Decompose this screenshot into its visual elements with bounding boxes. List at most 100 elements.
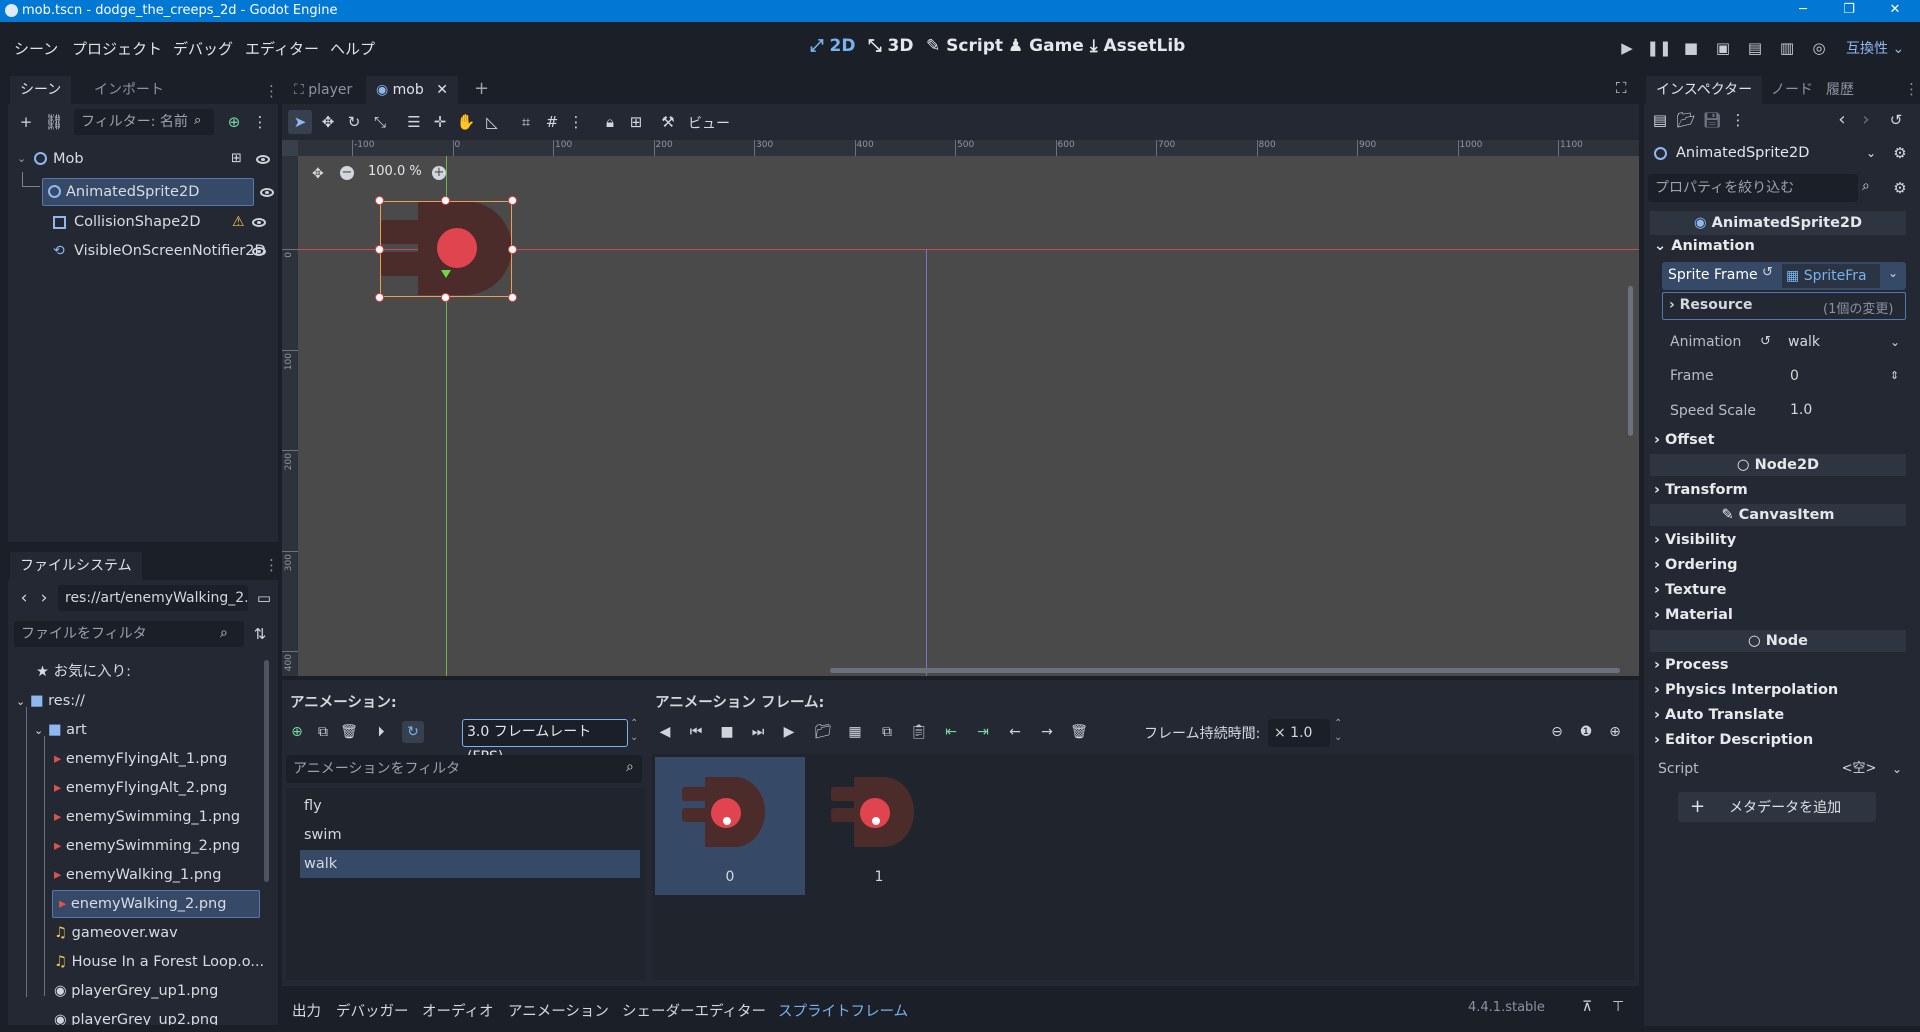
sprite-sheet-icon[interactable]: ▦ xyxy=(844,721,866,743)
section-ordering[interactable]: › Ordering xyxy=(1654,553,1738,578)
new-resource-icon[interactable]: ▤ xyxy=(1648,108,1672,132)
file-item-selected[interactable]: ▸ enemyWalking_2.png xyxy=(52,890,260,918)
scene-tab-player[interactable]: ⛶ player xyxy=(284,76,362,104)
tab-sprite-frames[interactable]: スプライトフレーム xyxy=(778,1000,908,1021)
visibility-eye-icon[interactable] xyxy=(256,155,270,164)
script-select[interactable]: <空> ⌄ xyxy=(1812,755,1906,783)
fps-field[interactable]: 3.0 フレームレート(FPS) xyxy=(462,719,628,765)
insert-after-icon[interactable]: ⇥ xyxy=(972,721,994,743)
center-view-icon[interactable]: ✥ xyxy=(312,166,324,182)
zoom-reset-icon[interactable]: ❶ xyxy=(1575,721,1597,743)
tab-inspector[interactable]: インスペクター xyxy=(1646,76,1763,104)
load-frames-icon[interactable]: 📁︎ xyxy=(812,721,834,743)
scrollbar[interactable] xyxy=(264,660,269,882)
lock-icon[interactable]: 🔒︎ xyxy=(598,110,622,134)
history-back-icon[interactable]: ‹ xyxy=(1830,108,1854,132)
file-item[interactable]: ▸ enemyWalking_1.png xyxy=(54,861,221,889)
move-left-icon[interactable]: ← xyxy=(1004,721,1026,743)
path-field[interactable]: res://art/enemyWalking_2. xyxy=(58,585,248,611)
insert-before-icon[interactable]: ⇤ xyxy=(940,721,962,743)
mode-2d[interactable]: ⤢ 2D xyxy=(810,36,855,56)
frame-duration-field[interactable]: × 1.0 xyxy=(1268,719,1330,747)
tab-node[interactable]: ノード xyxy=(1761,76,1823,104)
rotate-tool-icon[interactable]: ↻ xyxy=(342,110,366,134)
minimize-button[interactable]: ─ xyxy=(1790,2,1816,20)
sprite-frames-resource[interactable]: ▦ SpriteFra xyxy=(1782,264,1880,288)
file-item[interactable]: ▸ enemySwimming_1.png xyxy=(54,803,240,831)
zoom-level[interactable]: 100.0 % xyxy=(368,164,422,179)
play-custom-icon[interactable]: ▥ xyxy=(1774,35,1800,61)
visibility-eye-icon[interactable] xyxy=(252,247,266,256)
sort-icon[interactable]: ⇅ xyxy=(248,622,272,646)
resize-handle[interactable] xyxy=(375,196,384,205)
section-texture[interactable]: › Texture xyxy=(1654,578,1726,603)
animation-item-fly[interactable]: fly xyxy=(304,798,322,814)
paste-icon[interactable]: 📋︎ xyxy=(908,721,930,743)
link-icon[interactable]: ⛓ xyxy=(42,110,66,134)
section-offset[interactable]: › Offset xyxy=(1654,428,1715,453)
file-item[interactable]: ▸ enemyFlyingAlt_1.png xyxy=(54,745,227,773)
tab-history[interactable]: 履歴 xyxy=(1816,76,1864,104)
animation-select[interactable]: walk ⌄ xyxy=(1782,328,1906,356)
scale-tool-icon[interactable]: ⤡ xyxy=(368,110,392,134)
ruler-tool-icon[interactable]: ◺ xyxy=(480,110,504,134)
mode-game[interactable]: ♟ Game xyxy=(1008,36,1084,56)
view-menu[interactable]: ビュー xyxy=(688,113,730,133)
scene-menu-icon[interactable]: ⋮ xyxy=(248,110,272,134)
save-resource-icon[interactable]: 💾︎ xyxy=(1700,108,1724,132)
play-backward-start-icon[interactable]: ⏮ xyxy=(685,721,707,743)
tab-audio[interactable]: オーディオ xyxy=(422,1000,494,1021)
menu-help[interactable]: ヘルプ xyxy=(330,38,375,59)
stop-icon[interactable]: ■ xyxy=(716,721,738,743)
add-metadata-button[interactable]: + メタデータを追加 xyxy=(1678,792,1876,822)
file-item[interactable]: ◉ playerGrey_up1.png xyxy=(54,977,218,1005)
zoom-out-icon[interactable]: − xyxy=(340,166,354,180)
frame-field[interactable]: 0 ⇕ xyxy=(1782,362,1906,390)
file-item[interactable]: ◉ playerGrey_up2.png xyxy=(54,1006,218,1025)
tab-animation[interactable]: アニメーション xyxy=(508,1000,609,1021)
group-icon[interactable]: ⊞ xyxy=(624,110,648,134)
resize-handle[interactable] xyxy=(375,245,384,254)
section-physics-interpolation[interactable]: › Physics Interpolation xyxy=(1654,678,1838,703)
version-label[interactable]: 4.4.1.stable xyxy=(1468,1000,1545,1015)
add-tab-icon[interactable]: + xyxy=(474,78,489,99)
tree-item-collisionshape2d[interactable]: CollisionShape2D ⚠ xyxy=(42,208,274,236)
forward-icon[interactable]: › xyxy=(32,586,56,610)
file-filter-input[interactable]: ファイルをフィルタ xyxy=(14,621,244,647)
scene-filter-input[interactable]: フィルター: 名前 xyxy=(74,109,214,135)
animation-item-swim[interactable]: swim xyxy=(304,827,342,843)
bone-icon[interactable]: ⚒ xyxy=(656,110,680,134)
expand-panel-icon[interactable]: ⊤ xyxy=(1612,999,1624,1015)
spinner-icon[interactable]: ⇕ xyxy=(1890,362,1899,390)
dock-menu-icon[interactable]: ⋮ xyxy=(264,82,279,100)
restore-button[interactable]: ❐ xyxy=(1836,2,1862,20)
play-icon[interactable]: ▶ xyxy=(1614,35,1640,61)
animation-filter-input[interactable]: アニメーションをフィルタ xyxy=(286,755,642,783)
smart-snap-icon[interactable]: ⌗ xyxy=(514,110,538,134)
section-editor-description[interactable]: › Editor Description xyxy=(1654,728,1813,753)
resize-handle[interactable] xyxy=(441,196,450,205)
resize-handle[interactable] xyxy=(508,293,517,302)
open-resource-icon[interactable]: 📂︎ xyxy=(1674,108,1698,132)
dock-menu-icon[interactable]: ⋮ xyxy=(1904,80,1919,98)
menu-project[interactable]: プロジェクト xyxy=(72,38,162,59)
section-visibility[interactable]: › Visibility xyxy=(1654,528,1736,553)
move-right-icon[interactable]: → xyxy=(1036,721,1058,743)
file-item[interactable]: ▸ enemySwimming_2.png xyxy=(54,832,240,860)
pivot-tool-icon[interactable]: ✛ xyxy=(428,110,452,134)
chevron-down-icon[interactable]: ⌄ xyxy=(17,145,26,173)
revert-icon[interactable]: ↺ xyxy=(1760,334,1771,349)
resource-menu-icon[interactable]: ⋮ xyxy=(1726,108,1750,132)
selection-rect[interactable] xyxy=(380,201,512,297)
tab-shader-editor[interactable]: シェーダーエディター xyxy=(622,1000,766,1021)
resize-handle[interactable] xyxy=(441,293,450,302)
mode-3d[interactable]: ⤡ 3D xyxy=(868,36,913,56)
split-mode-icon[interactable]: ▭ xyxy=(252,586,276,610)
pause-icon[interactable]: ❚❚ xyxy=(1646,35,1672,61)
resource-subsection[interactable]: › Resource (1個の変更) xyxy=(1662,292,1906,320)
mode-assetlib[interactable]: ⤓ AssetLib xyxy=(1090,36,1185,56)
frame-cell-selected[interactable]: 0 xyxy=(655,757,805,895)
grid-snap-icon[interactable]: # xyxy=(540,110,564,134)
snap-options-icon[interactable]: ⋮ xyxy=(564,110,588,134)
remote-debug-icon[interactable]: ▣ xyxy=(1710,35,1736,61)
